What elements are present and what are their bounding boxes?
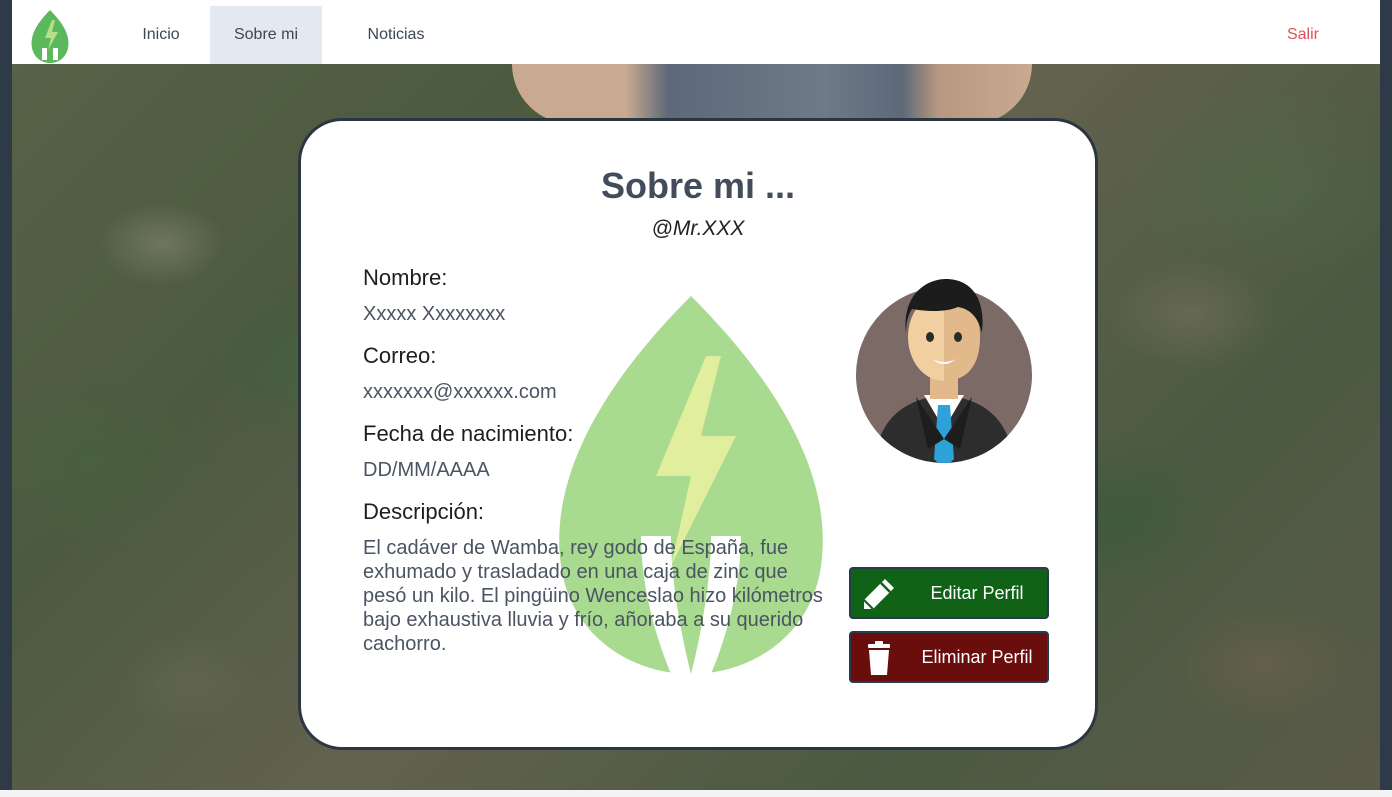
trash-icon [868, 641, 890, 675]
bottom-strip [0, 790, 1392, 797]
businessman-avatar-icon [856, 279, 1032, 463]
name-value: Xxxxx Xxxxxxxx [363, 303, 506, 325]
nav-about-link[interactable]: Sobre mi [210, 6, 322, 64]
pencil-icon [863, 579, 894, 610]
leaf-plug-logo-icon[interactable] [28, 8, 72, 64]
edit-profile-button[interactable]: Editar Perfil [849, 567, 1049, 619]
birthdate-value: DD/MM/AAAA [363, 459, 490, 481]
page-title: Sobre mi ... [600, 165, 796, 206]
background-person [512, 64, 1032, 124]
app-frame: Inicio Sobre mi Noticias Salir Sobre mi … [12, 0, 1380, 790]
logout-link[interactable]: Salir [1268, 6, 1338, 64]
email-value: xxxxxxx@xxxxxx.com [363, 381, 557, 403]
edit-profile-label: Editar Perfil [930, 582, 1024, 603]
top-navbar: Inicio Sobre mi Noticias Salir [12, 0, 1380, 64]
description-text: El cadáver de Wamba, rey godo de España,… [363, 537, 823, 655]
profile-card: Sobre mi ... @Mr.XXX Nombre: Xxxxx Xxxxx… [298, 118, 1098, 750]
nav-home-link[interactable]: Inicio [127, 6, 195, 64]
email-label: Correo: [363, 343, 437, 368]
description-label: Descripción: [363, 499, 485, 524]
delete-profile-button[interactable]: Eliminar Perfil [849, 631, 1049, 683]
nav-news-link[interactable]: Noticias [352, 6, 440, 64]
name-label: Nombre: [363, 265, 448, 290]
delete-profile-label: Eliminar Perfil [921, 646, 1033, 667]
username-handle: @Mr.XXX [651, 217, 745, 240]
birthdate-label: Fecha de nacimiento: [363, 421, 574, 446]
